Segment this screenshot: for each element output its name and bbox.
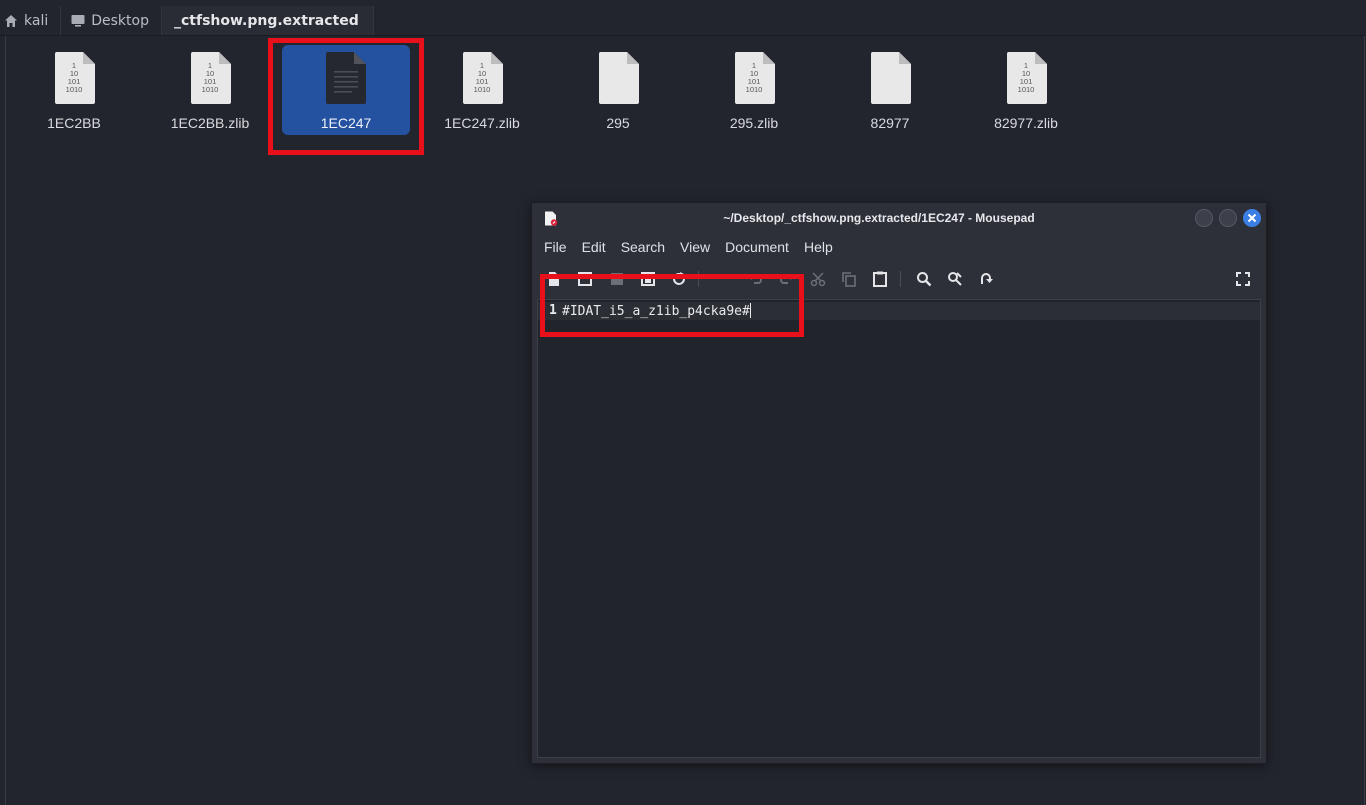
home-icon: [5, 14, 17, 27]
file-item[interactable]: 1 10 101 1010 295.zlib: [693, 45, 815, 135]
file-name: 1EC2BB: [47, 115, 101, 131]
menu-bar: File Edit Search View Document Help: [532, 235, 848, 259]
window-title: ~/Desktop/_ctfshow.png.extracted/1EC247 …: [723, 211, 1035, 225]
menu-edit[interactable]: Edit: [582, 235, 621, 259]
file-item[interactable]: 1 10 101 1010 82977.zlib: [965, 45, 1087, 135]
file-name: 82977.zlib: [994, 115, 1058, 131]
paste-icon[interactable]: [870, 269, 890, 289]
file-name: 295: [606, 115, 630, 131]
new-window-icon[interactable]: [575, 269, 595, 289]
binary-text: 1010: [746, 85, 763, 94]
view-border: [5, 36, 6, 805]
line-text: #IDAT_i5_a_z1ib_p4cka9e#: [562, 304, 750, 319]
blank-file-icon: [870, 52, 911, 104]
breadcrumb-label: kali: [24, 12, 49, 29]
binary-text: 1010: [202, 85, 219, 94]
file-name: 1EC247.zlib: [444, 115, 520, 131]
file-item[interactable]: 1 10 101 1010 1EC2BB.zlib: [149, 45, 271, 135]
breadcrumb-label: _ctfshow.png.extracted: [173, 12, 359, 29]
file-name: 1EC2BB.zlib: [170, 115, 250, 131]
binary-text: 1010: [1018, 85, 1035, 94]
copy-icon[interactable]: [839, 269, 859, 289]
breadcrumb-home[interactable]: kali: [0, 6, 62, 35]
binary-file-icon: 1 10 101 1010: [462, 52, 503, 104]
toolbar-separator: [900, 271, 901, 287]
file-name: 82977: [870, 115, 910, 131]
maximize-button[interactable]: [1219, 209, 1237, 227]
new-document-icon[interactable]: [544, 269, 564, 289]
redo-icon[interactable]: [777, 269, 797, 289]
desktop-icon: [71, 15, 85, 27]
file-item[interactable]: 295: [557, 45, 679, 135]
replace-icon[interactable]: [945, 269, 965, 289]
binary-text: 1010: [66, 85, 83, 94]
breadcrumb-current-folder[interactable]: _ctfshow.png.extracted: [161, 6, 374, 35]
mousepad-window: ~/Desktop/_ctfshow.png.extracted/1EC247 …: [531, 202, 1267, 764]
reload-icon[interactable]: [669, 269, 689, 289]
breadcrumb-label: Desktop: [91, 12, 149, 29]
toolbar: [532, 265, 1266, 293]
search-icon[interactable]: [914, 269, 934, 289]
menu-document[interactable]: Document: [725, 235, 804, 259]
save-as-icon[interactable]: [638, 269, 658, 289]
undo-icon[interactable]: [745, 269, 765, 289]
window-titlebar[interactable]: ~/Desktop/_ctfshow.png.extracted/1EC247 …: [532, 203, 1266, 233]
file-name: 1EC247: [320, 115, 372, 131]
file-name: 295.zlib: [729, 115, 779, 131]
text-editor[interactable]: 1 #IDAT_i5_a_z1ib_p4cka9e#: [537, 299, 1261, 758]
text-caret: [749, 303, 751, 318]
close-icon: [1247, 213, 1257, 223]
line-number: 1: [549, 303, 557, 318]
menu-help[interactable]: Help: [804, 235, 848, 259]
current-line: 1 #IDAT_i5_a_z1ib_p4cka9e#: [538, 302, 1260, 320]
text-file-icon: [325, 52, 366, 104]
close-button[interactable]: [1243, 209, 1261, 227]
file-item[interactable]: 82977: [829, 45, 951, 135]
binary-file-icon: 1 10 101 1010: [1006, 52, 1047, 104]
menu-view[interactable]: View: [680, 235, 725, 259]
binary-file-icon: 1 10 101 1010: [734, 52, 775, 104]
file-item[interactable]: 1 10 101 1010 1EC247.zlib: [421, 45, 543, 135]
goto-line-icon[interactable]: [976, 269, 996, 289]
binary-file-icon: 1 10 101 1010: [190, 52, 231, 104]
breadcrumb: kali Desktop _ctfshow.png.extracted: [0, 6, 1366, 36]
toolbar-separator: [698, 271, 699, 287]
file-item-selected[interactable]: 1EC247: [282, 45, 410, 135]
line-content[interactable]: #IDAT_i5_a_z1ib_p4cka9e#: [562, 303, 751, 319]
cut-icon[interactable]: [808, 269, 828, 289]
blank-file-icon: [598, 52, 639, 104]
breadcrumb-desktop[interactable]: Desktop: [61, 6, 162, 35]
view-border: [1364, 36, 1365, 805]
minimize-button[interactable]: [1195, 209, 1213, 227]
file-item[interactable]: 1 10 101 1010 1EC2BB: [13, 45, 135, 135]
menu-search[interactable]: Search: [621, 235, 680, 259]
menu-file[interactable]: File: [544, 235, 582, 259]
binary-text: 1010: [474, 85, 491, 94]
fullscreen-icon[interactable]: [1233, 269, 1253, 289]
binary-file-icon: 1 10 101 1010: [54, 52, 95, 104]
save-icon[interactable]: [607, 269, 627, 289]
